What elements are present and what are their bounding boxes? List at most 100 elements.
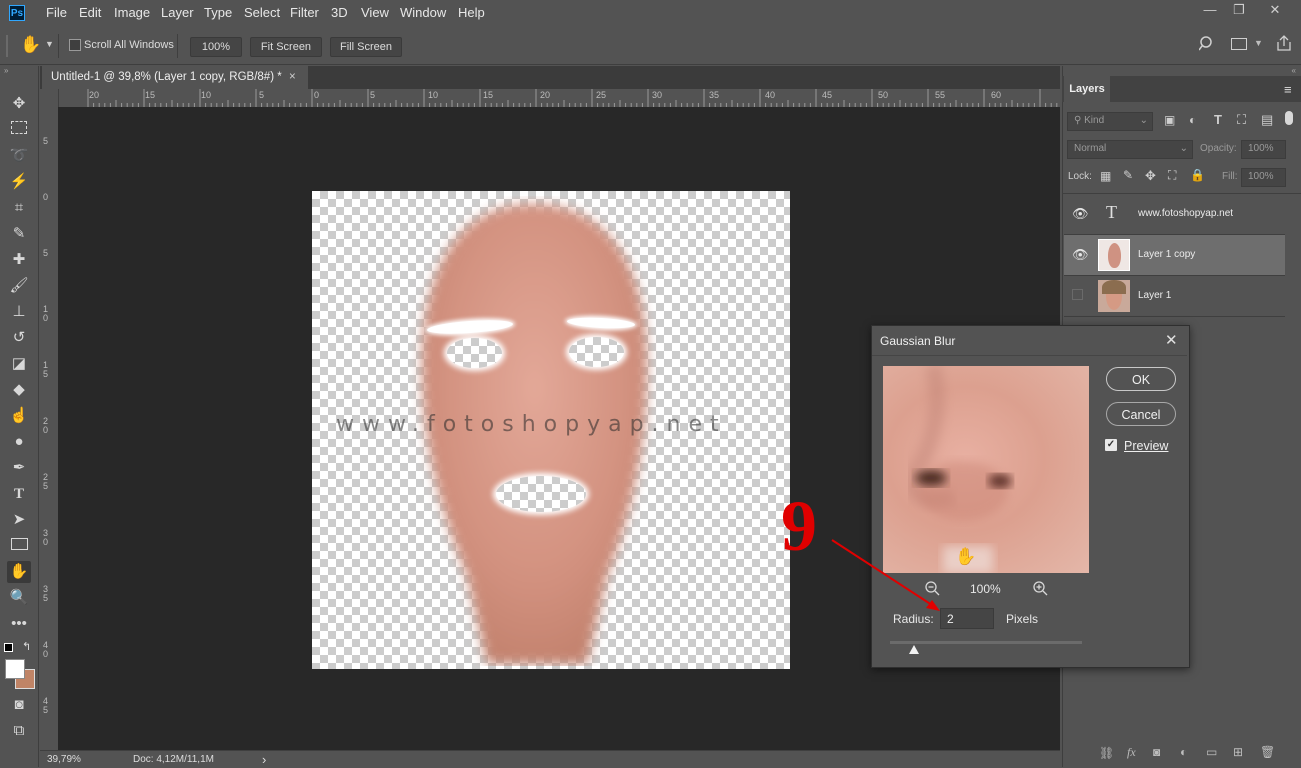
layer-row-text[interactable]: 👁 T www.fotoshopyap.net — [1064, 194, 1285, 235]
close-icon[interactable]: ✕ — [1165, 331, 1178, 349]
close-tab-icon[interactable]: × — [289, 66, 296, 89]
zoom-tool-icon[interactable]: 🔍 — [7, 587, 31, 609]
zoom-in-icon[interactable] — [1032, 580, 1048, 599]
menu-view[interactable]: View — [361, 5, 389, 20]
menu-3d[interactable]: 3D — [331, 5, 348, 20]
layer-filter-kind-select[interactable]: ⚲ Kind ⌄ — [1067, 112, 1153, 131]
radius-slider-thumb[interactable] — [908, 645, 919, 654]
lasso-tool-icon[interactable]: ➰ — [7, 145, 31, 167]
zoom-100-button[interactable]: 100% — [190, 37, 242, 57]
pen-tool-icon[interactable]: ✒ — [7, 457, 31, 479]
adjustment-layer-icon[interactable]: ◐ — [1180, 745, 1187, 759]
filter-pixel-icon[interactable]: ▣ — [1164, 113, 1175, 127]
link-layers-icon[interactable]: ⛓ — [1099, 746, 1114, 760]
scroll-all-windows-checkbox[interactable] — [69, 39, 81, 51]
dodge-tool-icon[interactable]: ● — [7, 431, 31, 453]
status-menu-arrow[interactable]: › — [262, 752, 266, 767]
opacity-field[interactable]: 100% — [1241, 140, 1286, 159]
layer-name[interactable]: Layer 1 — [1138, 290, 1171, 301]
healing-brush-tool-icon[interactable]: ✚ — [7, 249, 31, 271]
history-brush-tool-icon[interactable]: ↺ — [7, 327, 31, 349]
vertical-ruler[interactable]: 5 0 5 1 0 1 5 2 0 2 5 3 0 3 5 4 0 4 5 — [40, 107, 59, 750]
fill-field[interactable]: 100% — [1241, 168, 1286, 187]
filter-adjustment-icon[interactable]: ◐ — [1189, 113, 1196, 127]
menu-type[interactable]: Type — [204, 5, 232, 20]
menu-layer[interactable]: Layer — [161, 5, 194, 20]
eraser-tool-icon[interactable]: ◪ — [7, 353, 31, 375]
chevron-down-icon[interactable]: ▼ — [45, 39, 54, 49]
new-layer-icon[interactable]: ⊞ — [1233, 745, 1243, 759]
trash-icon[interactable]: 🗑 — [1260, 745, 1275, 759]
paint-bucket-tool-icon[interactable]: ◆ — [7, 379, 31, 401]
lock-image-icon[interactable]: ✎ — [1123, 168, 1133, 182]
tab-layers[interactable]: Layers — [1064, 76, 1110, 102]
search-icon[interactable] — [1198, 36, 1213, 51]
filter-toggle-icon[interactable] — [1285, 111, 1293, 125]
filter-shape-icon[interactable]: ⛶ — [1237, 112, 1246, 128]
swap-colors-icon[interactable]: ↰ — [22, 640, 31, 653]
clone-stamp-tool-icon[interactable]: ⊥ — [7, 301, 31, 323]
smudge-tool-icon[interactable]: ☝ — [7, 405, 31, 427]
move-tool-icon[interactable]: ✥ — [7, 93, 31, 115]
visibility-eye-icon[interactable]: 👁 — [1072, 206, 1089, 222]
new-group-icon[interactable]: ▭ — [1206, 745, 1217, 759]
screen-mode-icon[interactable]: ⧉ — [7, 720, 31, 742]
hand-tool-icon[interactable]: ✋ — [7, 561, 31, 583]
dialog-title-bar[interactable]: Gaussian Blur ✕ — [872, 326, 1187, 356]
marquee-tool-icon[interactable] — [7, 119, 31, 141]
photoshop-logo-icon[interactable]: Ps — [9, 5, 25, 21]
type-tool-icon[interactable]: T — [7, 483, 31, 505]
lock-artboard-icon[interactable]: ⛶ — [1168, 168, 1176, 183]
more-tools-icon[interactable]: ••• — [7, 613, 31, 635]
minimize-icon[interactable]: — — [1199, 2, 1221, 17]
visibility-eye-icon[interactable]: 👁 — [1072, 247, 1089, 263]
close-window-icon[interactable]: ✕ — [1264, 2, 1286, 18]
radius-slider-track[interactable] — [890, 641, 1082, 644]
layer-name[interactable]: www.fotoshopyap.net — [1138, 208, 1233, 219]
share-icon[interactable] — [1276, 34, 1292, 55]
magic-wand-tool-icon[interactable]: ⚡ — [7, 171, 31, 193]
ruler-origin[interactable] — [40, 89, 59, 108]
collapse-icon[interactable]: « — [1292, 66, 1296, 75]
menu-help[interactable]: Help — [458, 5, 485, 20]
fit-screen-button[interactable]: Fit Screen — [250, 37, 322, 57]
quick-mask-icon[interactable]: ◙ — [7, 694, 31, 716]
restore-icon[interactable]: ❐ — [1228, 2, 1250, 18]
filter-type-icon[interactable]: T — [1214, 112, 1222, 127]
menu-filter[interactable]: Filter — [290, 5, 319, 20]
menu-edit[interactable]: Edit — [79, 5, 101, 20]
menu-window[interactable]: Window — [400, 5, 446, 20]
layer-row-selected[interactable]: 👁 Layer 1 copy — [1064, 235, 1285, 276]
crop-tool-icon[interactable]: ⌗ — [7, 197, 31, 219]
lock-all-icon[interactable]: 🔒 — [1190, 168, 1205, 182]
brush-tool-icon[interactable]: 🖌 — [7, 275, 31, 297]
rectangle-tool-icon[interactable] — [7, 535, 31, 557]
panel-menu-icon[interactable]: ≡ — [1284, 82, 1292, 97]
horizontal-ruler[interactable]: 20 15 10 5 0 5 10 15 20 25 30 35 40 45 5… — [40, 89, 1060, 108]
path-selection-tool-icon[interactable]: ➤ — [7, 509, 31, 531]
chevron-down-icon[interactable]: ▼ — [1254, 38, 1263, 48]
visibility-toggle-empty[interactable] — [1072, 289, 1083, 300]
menu-file[interactable]: File — [46, 5, 67, 20]
default-colors-icon[interactable] — [4, 643, 13, 652]
layer-row[interactable]: Layer 1 — [1064, 276, 1285, 317]
foreground-color-swatch[interactable] — [5, 659, 25, 679]
document-tab[interactable]: Untitled-1 @ 39,8% (Layer 1 copy, RGB/8#… — [42, 66, 308, 89]
filter-smart-object-icon[interactable]: ▤ — [1261, 112, 1273, 128]
layer-name[interactable]: Layer 1 copy — [1138, 249, 1195, 260]
menu-image[interactable]: Image — [114, 5, 150, 20]
collapse-icon[interactable]: » — [4, 66, 8, 75]
fill-screen-button[interactable]: Fill Screen — [330, 37, 402, 57]
options-grip[interactable] — [6, 35, 8, 57]
lock-transparent-icon[interactable]: ▦ — [1100, 169, 1111, 183]
eyedropper-tool-icon[interactable]: ✎ — [7, 223, 31, 245]
menu-select[interactable]: Select — [244, 5, 280, 20]
cancel-button[interactable]: Cancel — [1106, 402, 1176, 426]
hand-icon[interactable]: ✋ — [20, 35, 41, 55]
blend-mode-select[interactable]: Normal ⌄ — [1067, 140, 1193, 159]
workspace-icon[interactable] — [1231, 38, 1247, 50]
preview-checkbox[interactable]: ✓ — [1105, 439, 1117, 451]
ok-button[interactable]: OK — [1106, 367, 1176, 391]
add-mask-icon[interactable]: ◙ — [1153, 745, 1160, 759]
zoom-level[interactable]: 39,79% — [47, 754, 81, 765]
